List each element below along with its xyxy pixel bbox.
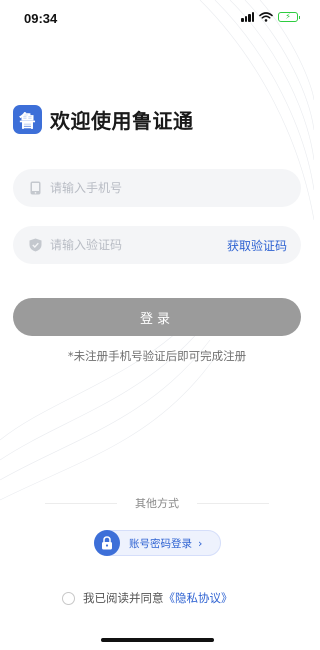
get-code-button[interactable]: 获取验证码 xyxy=(227,237,287,254)
status-time: 09:34 xyxy=(24,11,58,26)
battery-icon: ⚡ xyxy=(278,12,300,22)
account-login-button[interactable]: 账号密码登录 › xyxy=(94,530,221,556)
agreement-checkbox[interactable] xyxy=(62,591,75,605)
agreement-prefix: 我已阅读并同意 xyxy=(83,591,164,605)
divider-line-left xyxy=(45,502,117,504)
home-indicator xyxy=(101,638,214,642)
chevron-right-icon: › xyxy=(198,536,203,550)
account-login-label: 账号密码登录 xyxy=(129,537,192,550)
code-field[interactable]: 获取验证码 xyxy=(13,226,301,264)
login-button[interactable]: 登录 xyxy=(13,298,301,336)
phone-field[interactable] xyxy=(13,169,301,207)
agreement-text: 我已阅读并同意《隐私协议》 xyxy=(83,590,233,606)
divider-line-right xyxy=(197,502,269,504)
agreement-row: 我已阅读并同意《隐私协议》 xyxy=(62,590,233,606)
system-icons: ⚡ xyxy=(241,12,300,22)
code-input[interactable] xyxy=(50,238,227,252)
shield-icon xyxy=(27,237,43,253)
phone-icon xyxy=(27,180,43,196)
signal-icon xyxy=(241,12,254,22)
phone-input[interactable] xyxy=(50,181,287,195)
other-methods-divider: 其他方式 xyxy=(0,495,314,511)
other-methods-label: 其他方式 xyxy=(135,497,179,510)
lock-icon xyxy=(94,530,120,556)
page-title: 欢迎使用鲁证通 xyxy=(50,109,194,133)
status-bar: 09:34 ⚡ xyxy=(0,0,314,38)
register-hint: *未注册手机号验证后即可完成注册 xyxy=(67,349,247,363)
privacy-link[interactable]: 《隐私协议》 xyxy=(164,591,233,605)
app-header: 鲁 欢迎使用鲁证通 xyxy=(13,105,194,134)
app-logo: 鲁 xyxy=(13,105,42,134)
wifi-icon xyxy=(259,12,273,22)
